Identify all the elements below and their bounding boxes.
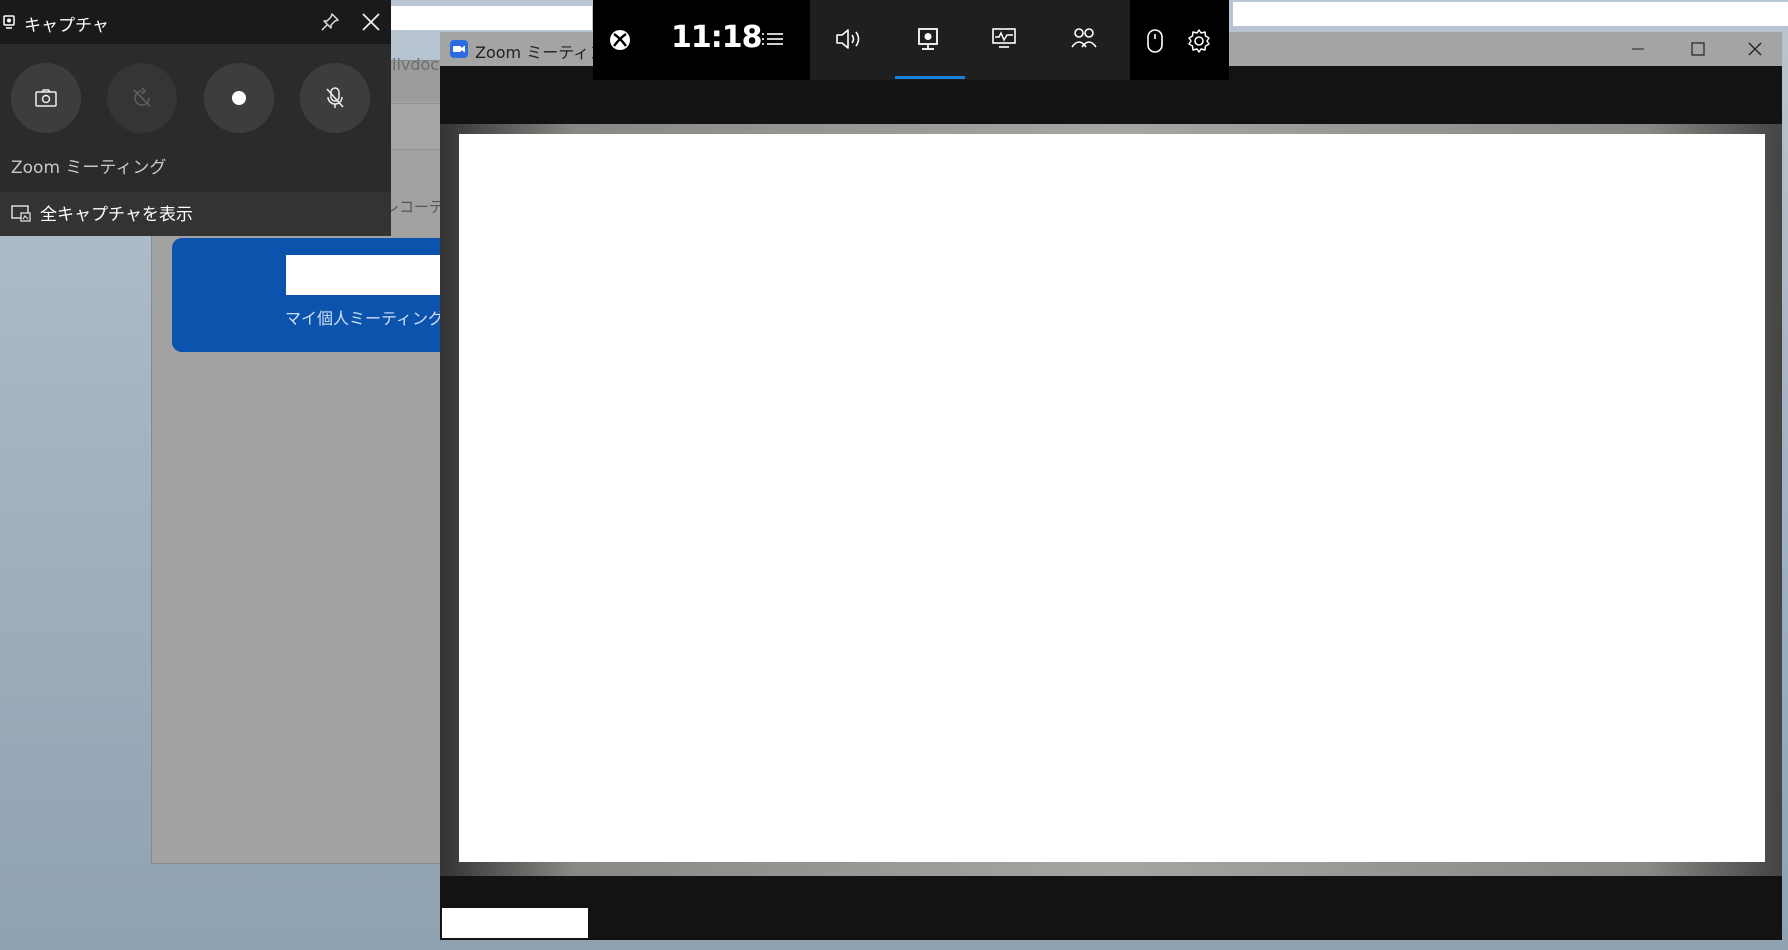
- pin-icon[interactable]: [319, 11, 341, 33]
- record-last-30s-button[interactable]: [107, 63, 177, 133]
- gamebar-clock: 11:18: [671, 20, 762, 55]
- capture-header: キャプチャ: [0, 0, 391, 44]
- screenshot-button[interactable]: [11, 63, 81, 133]
- mic-off-icon: [324, 86, 346, 110]
- gamebar-widget-strip: [810, 0, 1130, 80]
- xbox-social-icon[interactable]: [1070, 26, 1098, 50]
- widget-menu-icon[interactable]: [761, 30, 785, 50]
- close-button[interactable]: [1737, 39, 1773, 59]
- redacted-region-left: [390, 6, 592, 30]
- mic-toggle-button[interactable]: [300, 63, 370, 133]
- show-all-captures-label: 全キャプチャを表示: [40, 205, 193, 225]
- capture-icon[interactable]: [915, 26, 941, 52]
- camera-icon: [35, 89, 57, 107]
- zoom-meeting-window: Zoom ミーティング: [440, 32, 1782, 940]
- settings-gear-icon[interactable]: [1186, 28, 1212, 54]
- capture-widget: キャプチャ Zoom ミーティング 全キャプチャを表示: [0, 0, 391, 236]
- active-widget-indicator: [895, 76, 965, 79]
- redacted-video: [459, 134, 1765, 862]
- record-dot-icon: [231, 90, 247, 106]
- redacted-meeting-id: [286, 255, 452, 295]
- audio-icon[interactable]: [834, 26, 864, 52]
- xbox-game-bar: 11:18: [593, 0, 1229, 80]
- show-all-captures-button[interactable]: 全キャプチャを表示: [0, 192, 391, 236]
- xbox-icon[interactable]: [608, 28, 632, 52]
- minimize-button[interactable]: [1620, 39, 1656, 59]
- redacted-bottom-control: [442, 908, 588, 938]
- video-area: [440, 124, 1782, 876]
- mouse-icon[interactable]: [1145, 28, 1165, 54]
- start-recording-button[interactable]: [204, 63, 274, 133]
- history-off-icon: [130, 86, 154, 110]
- performance-icon[interactable]: [990, 26, 1018, 50]
- meeting-info-card[interactable]: マイ個人ミーティングID(I: [172, 238, 472, 352]
- background-partial-title: iivdoc: [392, 55, 440, 74]
- capture-title: キャプチャ: [24, 16, 109, 36]
- maximize-button[interactable]: [1680, 39, 1716, 59]
- capture-app-name: Zoom ミーティング: [11, 158, 167, 178]
- gallery-icon: [11, 204, 31, 222]
- capture-widget-icon: [3, 15, 15, 29]
- redacted-region-right: [1233, 2, 1788, 26]
- zoom-app-icon: [450, 40, 468, 58]
- close-icon[interactable]: [360, 11, 382, 33]
